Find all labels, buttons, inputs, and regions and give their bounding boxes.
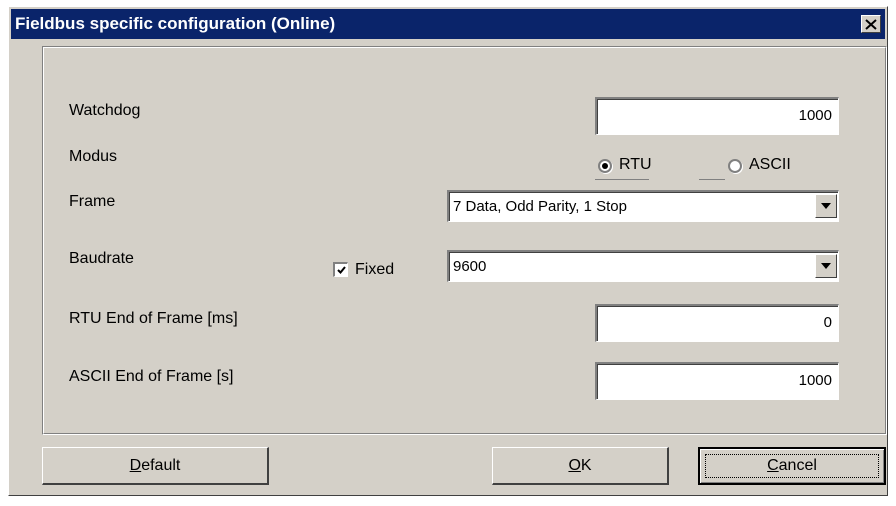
default-button-mnemonic: D	[129, 456, 142, 474]
modus-label: Modus	[69, 148, 118, 165]
fixed-checkbox[interactable]	[333, 262, 348, 277]
title-bar[interactable]: Fieldbus specific configuration (Online)	[11, 9, 885, 39]
chevron-down-icon	[821, 203, 831, 209]
default-button[interactable]: Default	[42, 447, 269, 485]
ok-button[interactable]: OK	[492, 447, 669, 485]
ok-button-mnemonic: O	[568, 456, 581, 474]
close-button[interactable]	[861, 15, 881, 33]
frame-select[interactable]: 7 Data, Odd Parity, 1 Stop	[447, 190, 839, 222]
frame-select-value: 7 Data, Odd Parity, 1 Stop	[453, 198, 627, 215]
baudrate-dropdown-button[interactable]	[815, 254, 837, 278]
close-icon	[865, 18, 877, 30]
ascii-eof-label: ASCII End of Frame [s]	[69, 368, 234, 385]
ascii-eof-input[interactable]: 1000	[595, 362, 839, 400]
radio-group-divider	[699, 179, 725, 180]
checkmark-icon	[336, 266, 346, 274]
radio-rtu-button[interactable]	[598, 159, 612, 173]
radio-rtu-label: RTU	[619, 156, 652, 173]
baudrate-label: Baudrate	[69, 250, 134, 267]
rtu-eof-input[interactable]: 0	[595, 304, 839, 342]
radio-ascii-label: ASCII	[749, 156, 791, 173]
ok-button-label: K	[580, 456, 592, 474]
watchdog-input[interactable]: 1000	[595, 97, 839, 135]
cancel-button[interactable]: Cancel	[698, 447, 886, 485]
fixed-checkbox-label[interactable]: Fixed	[355, 261, 394, 279]
radio-ascii-button[interactable]	[728, 159, 742, 173]
dialog-title: Fieldbus specific configuration (Online)	[15, 14, 336, 33]
radio-group-divider	[595, 179, 649, 180]
focus-rectangle	[705, 454, 879, 478]
dialog-window: Fieldbus specific configuration (Online)…	[8, 6, 888, 496]
frame-label: Frame	[69, 193, 116, 210]
watchdog-label: Watchdog	[69, 102, 141, 119]
baudrate-select[interactable]: 9600	[447, 250, 839, 282]
radio-selected-dot	[602, 163, 608, 169]
default-button-label: efault	[141, 456, 181, 474]
rtu-eof-label: RTU End of Frame [ms]	[69, 310, 238, 327]
frame-dropdown-button[interactable]	[815, 194, 837, 218]
baudrate-select-value: 9600	[453, 258, 487, 275]
chevron-down-icon	[821, 263, 831, 269]
